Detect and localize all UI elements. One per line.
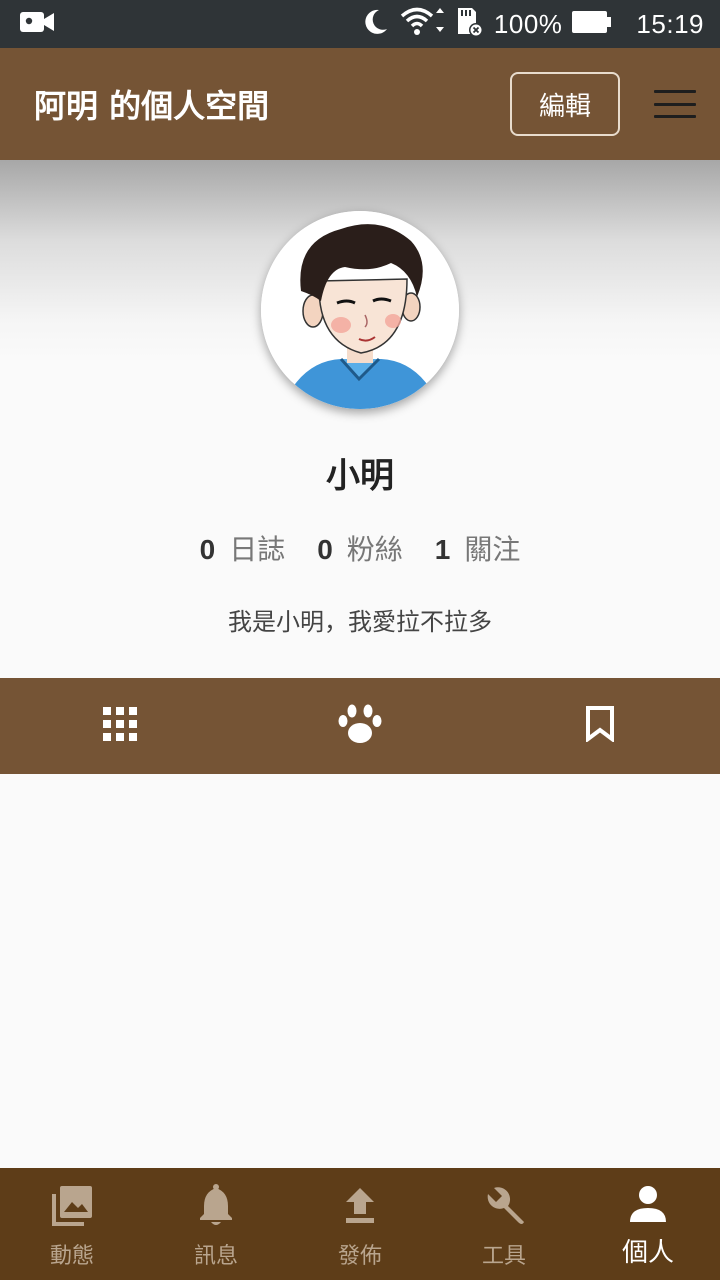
nav-item-tools[interactable]: 工具 xyxy=(432,1168,576,1280)
stat-count: 1 xyxy=(434,534,451,565)
stat-label: 日誌 xyxy=(229,533,286,566)
status-bar: 100% 15:19 xyxy=(0,0,720,48)
profile-section: 小明 0 日誌 0 粉絲 1 關注 我是小明，我愛拉不拉多 xyxy=(0,160,720,678)
nav-label: 發佈 xyxy=(337,1244,382,1269)
menu-icon[interactable] xyxy=(654,90,696,118)
upload-icon xyxy=(340,1184,380,1232)
nav-label: 訊息 xyxy=(193,1244,238,1269)
nav-item-messages[interactable]: 訊息 xyxy=(144,1168,288,1280)
edit-button[interactable]: 編輯 xyxy=(510,72,620,136)
nav-item-post[interactable]: 發佈 xyxy=(288,1168,432,1280)
battery-icon xyxy=(572,10,612,38)
stat-label: 粉絲 xyxy=(346,533,403,566)
stat-count: 0 xyxy=(317,534,333,565)
stat-following[interactable]: 1 關注 xyxy=(435,528,521,568)
bell-icon xyxy=(196,1184,236,1232)
wrench-icon xyxy=(482,1184,526,1232)
sd-card-icon xyxy=(454,6,484,42)
photo-library-icon xyxy=(50,1184,94,1232)
battery-percent: 100% xyxy=(493,8,563,39)
user-bio: 我是小明，我愛拉不拉多 xyxy=(228,608,492,636)
person-icon xyxy=(628,1184,668,1228)
wifi-icon xyxy=(400,7,444,41)
bookmark-icon xyxy=(585,706,615,746)
content-area xyxy=(0,774,720,1168)
video-camera-icon xyxy=(20,10,54,38)
paw-icon xyxy=(338,704,382,748)
stat-label: 關注 xyxy=(464,533,521,566)
profile-stats: 0 日誌 0 粉絲 1 關注 xyxy=(0,528,720,568)
nav-item-feed[interactable]: 動態 xyxy=(0,1168,144,1280)
nav-label: 個人 xyxy=(621,1238,674,1268)
stat-posts[interactable]: 0 日誌 xyxy=(200,528,286,568)
bottom-nav: 動態 訊息 發佈 工具 個人 xyxy=(0,1168,720,1280)
nav-label: 工具 xyxy=(481,1244,526,1269)
moon-icon xyxy=(360,7,390,41)
user-name: 小明 xyxy=(326,456,394,496)
page-title: 阿明 的個人空間 xyxy=(34,87,270,125)
tab-bookmarks[interactable] xyxy=(480,678,720,774)
clock: 15:19 xyxy=(636,8,704,39)
nav-label: 動態 xyxy=(49,1244,94,1269)
grid-icon xyxy=(103,707,137,745)
stat-count: 0 xyxy=(199,534,216,565)
tab-grid[interactable] xyxy=(0,678,240,774)
avatar[interactable] xyxy=(261,211,459,409)
profile-tab-bar xyxy=(0,678,720,774)
nav-item-profile[interactable]: 個人 xyxy=(576,1168,720,1280)
app-bar: 阿明 的個人空間 編輯 xyxy=(0,48,720,160)
stat-followers[interactable]: 0 粉絲 xyxy=(317,528,403,568)
tab-pets[interactable] xyxy=(240,678,480,774)
